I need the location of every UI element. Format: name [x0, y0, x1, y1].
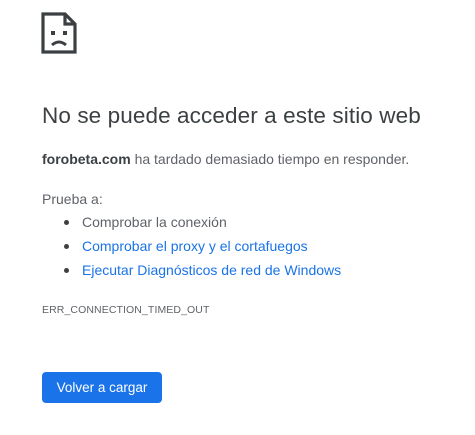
site-domain: forobeta.com	[42, 151, 131, 167]
page-title: No se puede acceder a este sitio web	[42, 103, 421, 128]
error-code: ERR_CONNECTION_TIMED_OUT	[42, 304, 210, 316]
suggestions-list: Comprobar la conexión Comprobar el proxy…	[42, 213, 341, 285]
suggestion-check-connection: Comprobar la conexión	[82, 214, 227, 230]
list-item: Comprobar la conexión	[42, 213, 341, 237]
error-page: No se puede acceder a este sitio web for…	[0, 0, 475, 435]
suggestion-link-network-diagnostics[interactable]: Ejecutar Diagnósticos de red de Windows	[82, 262, 341, 278]
reload-button[interactable]: Volver a cargar	[42, 372, 162, 403]
bullet-icon	[64, 220, 69, 225]
summary-message: ha tardado demasiado tiempo en responder…	[130, 151, 410, 167]
bullet-icon	[64, 268, 69, 273]
suggestion-link-proxy-firewall[interactable]: Comprobar el proxy y el cortafuegos	[82, 238, 308, 254]
list-item: Ejecutar Diagnósticos de red de Windows	[42, 261, 341, 285]
error-summary: forobeta.com ha tardado demasiado tiempo…	[42, 151, 409, 167]
suggestions-heading: Prueba a:	[42, 191, 103, 207]
bullet-icon	[64, 244, 69, 249]
sad-page-icon	[41, 12, 77, 54]
list-item: Comprobar el proxy y el cortafuegos	[42, 237, 341, 261]
